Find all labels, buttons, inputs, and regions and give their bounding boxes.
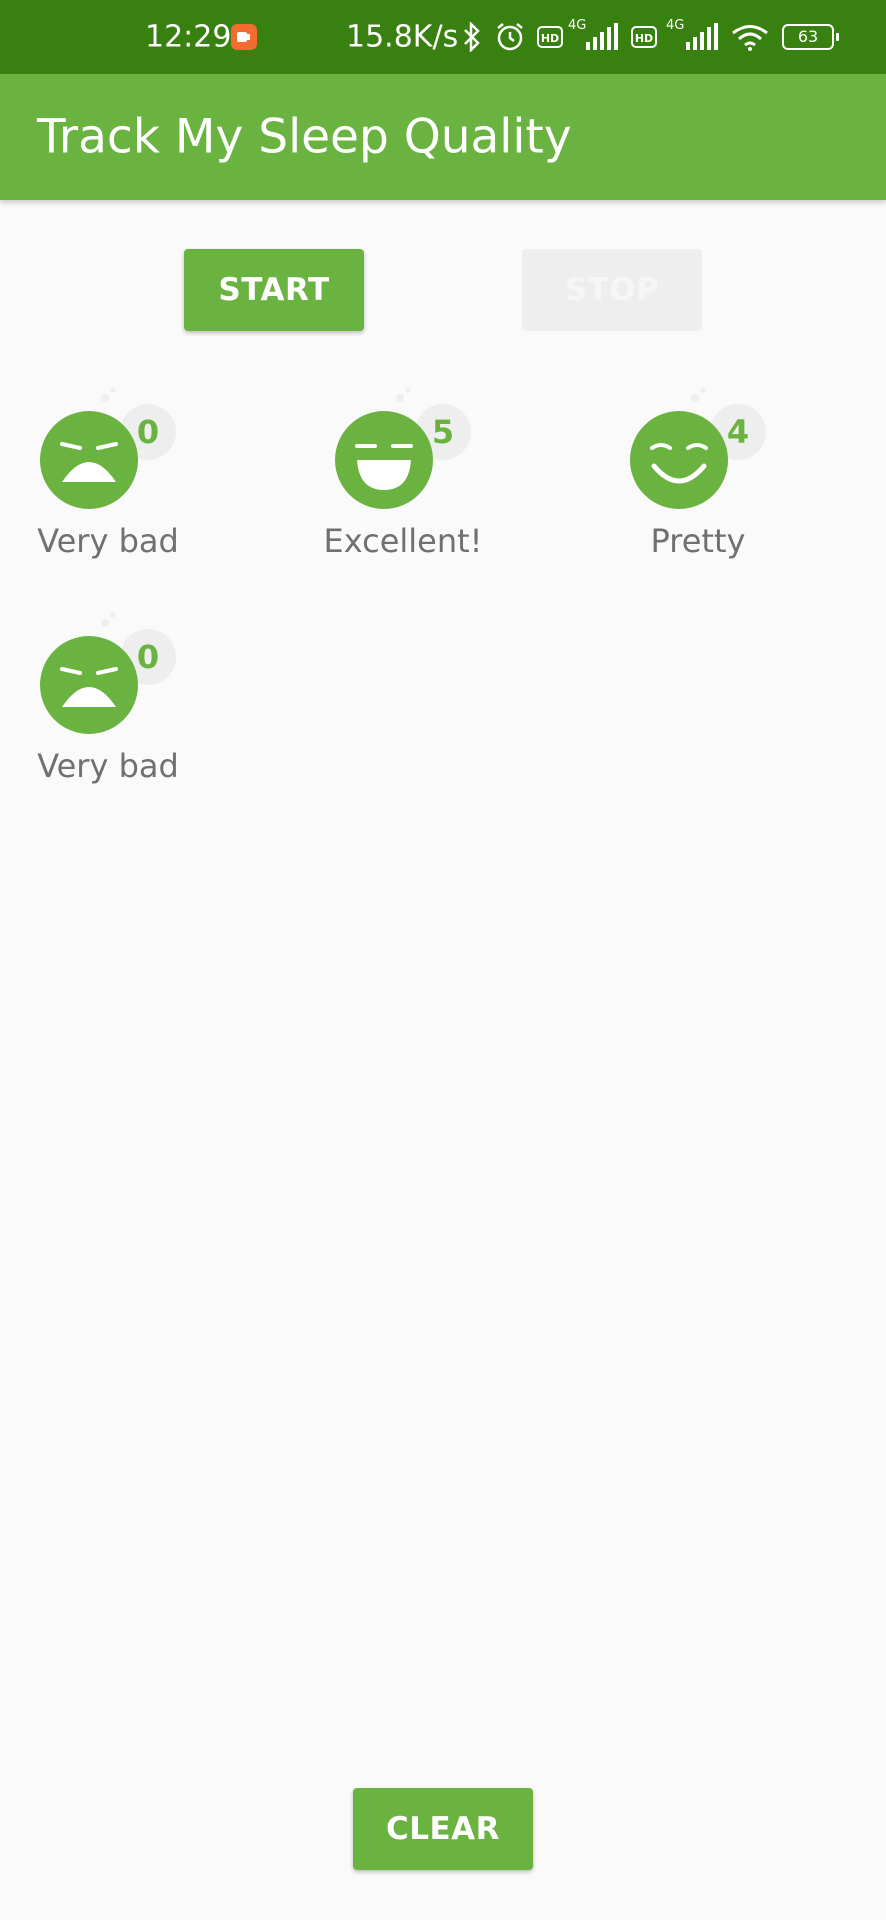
status-bar: 12:29 15.8K/s HD 4G HD 4G 63 — [0, 0, 886, 74]
sleep-night-item[interactable]: 0 Very bad — [0, 370, 295, 595]
hd-badge-2: HD — [631, 26, 657, 48]
sleep-very-bad-icon: 0 — [40, 612, 176, 734]
signal-icon-1 — [586, 23, 618, 50]
alarm-icon — [497, 23, 523, 51]
sleep-quality-label: Excellent! — [323, 522, 483, 560]
sleep-score: 0 — [137, 638, 159, 676]
sleep-score: 0 — [137, 413, 159, 451]
sleep-night-item[interactable]: 4 Pretty — [590, 370, 885, 595]
wifi-icon — [732, 25, 768, 51]
sleep-pretty-icon: 4 — [630, 387, 766, 509]
app-bar: Track My Sleep Quality — [0, 74, 886, 200]
sleep-score: 5 — [432, 413, 454, 451]
sleep-night-item[interactable]: 5 Excellent! — [295, 370, 590, 595]
sleep-excellent-icon: 5 — [335, 387, 471, 509]
battery-indicator: 63 — [782, 24, 839, 50]
status-time: 12:29 — [145, 19, 232, 55]
screen-record-icon — [231, 24, 257, 50]
network-type-2: 4G — [666, 18, 685, 33]
signal-icon-2 — [686, 23, 718, 50]
sleep-night-item[interactable]: 0 Very bad — [0, 595, 295, 820]
app-title: Track My Sleep Quality — [37, 109, 572, 165]
hd-badge-1: HD — [537, 26, 563, 48]
clear-button[interactable]: CLEAR — [353, 1788, 533, 1870]
sleep-score: 4 — [727, 413, 749, 451]
sleep-quality-label: Pretty — [650, 522, 746, 560]
sleep-very-bad-icon: 0 — [40, 387, 176, 509]
sleep-quality-label: Very bad — [37, 522, 179, 560]
sleep-quality-label: Very bad — [37, 747, 179, 785]
start-button[interactable]: START — [184, 249, 364, 331]
network-speed: 15.8K/s — [346, 19, 459, 55]
stop-button[interactable]: STOP — [522, 249, 702, 331]
bluetooth-icon — [464, 22, 480, 52]
